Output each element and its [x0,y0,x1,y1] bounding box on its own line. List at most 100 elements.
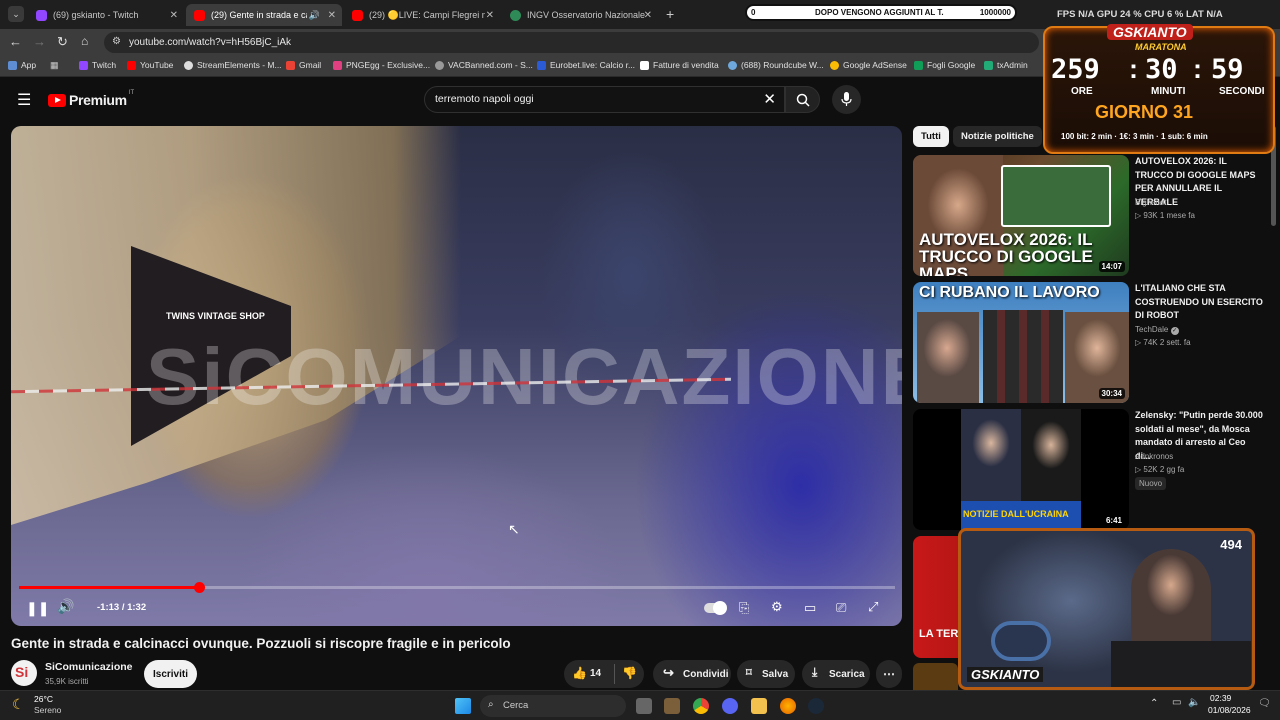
recommendation-thumbnail[interactable] [913,663,958,690]
cast-icon[interactable]: ⎚ [836,600,846,616]
fullscreen-icon[interactable]: ⤢ [868,599,878,615]
close-icon[interactable]: ✕ [170,10,178,21]
video-title: Gente in strada e calcinacci ovunque. Po… [11,636,511,651]
firefox-icon[interactable] [780,698,796,714]
dislike-button[interactable]: 👎 [622,666,637,680]
bookmark-vacbanned[interactable]: VACBanned.com - S... [435,60,533,70]
menu-icon[interactable]: ☰ [17,90,31,110]
store-icon[interactable] [664,698,680,714]
task-view-icon[interactable] [636,698,652,714]
channel-avatar[interactable]: Si [11,660,37,686]
discord-icon[interactable] [722,698,738,714]
more-dots-icon: ⋯ [883,667,895,681]
thumbnail-face [1021,409,1081,501]
save-button[interactable]: ⌑ Salva [737,660,795,688]
file-explorer-icon[interactable] [751,698,767,714]
bookmark-fogli[interactable]: Fogli Google [914,60,975,70]
channel-name[interactable]: SiComunicazione [45,661,133,673]
home-icon[interactable]: ⌂ [81,34,88,48]
recommendation-title[interactable]: L'ITALIANO CHE STA COSTRUENDO UN ESERCIT… [1135,282,1263,323]
download-button[interactable]: ⤓ Scarica [802,660,870,688]
progress-scrubber[interactable] [194,582,206,593]
video-player[interactable]: TWINS VINTAGE SHOP SiCOMUNICAZIONE ↖ ❚❚ … [11,126,902,626]
bookmark-roundcube[interactable]: (688) Roundcube W... [728,60,824,70]
tab-youtube-active[interactable]: (29) Gente in strada e calcin 🔊 ✕ [186,4,342,26]
voice-search-button[interactable] [832,85,861,114]
steering-wheel-icon [991,621,1051,661]
recommendation-thumbnail[interactable]: NOTIZIE DALL'UCRAINA 6:41 [913,409,1129,530]
reload-icon[interactable]: ↻ [57,34,68,50]
bookmark-label: Google AdSense [843,60,907,70]
thumbnail-banner: NOTIZIE DALL'UCRAINA [961,501,1081,530]
like-button[interactable]: 👍 [572,666,587,680]
back-arrow-icon[interactable]: ← [9,34,22,49]
bookmark-youtube[interactable]: YouTube [127,60,173,70]
goal-right-value: 1000000 [979,8,1011,17]
autoplay-toggle[interactable] [704,601,727,616]
more-actions-button[interactable]: ⋯ [876,660,902,688]
tab-groups-icon[interactable]: ▦ [50,60,59,71]
youtube-logo[interactable]: Premium IT [48,90,134,108]
chip-all[interactable]: Tutti [913,126,949,147]
bookmark-label: App [21,60,37,70]
close-icon[interactable]: ✕ [644,10,652,21]
logo-text: Premium [69,92,127,108]
close-icon[interactable]: ✕ [328,10,336,21]
like-dislike-group: 👍 14 👎 [564,660,644,688]
tab-ingv[interactable]: INGV Osservatorio Nazionale Te ✕ [502,4,658,26]
bookmark-apps[interactable]: App [8,60,36,70]
recommendation-channel[interactable]: TechDale ✓ [1135,325,1179,335]
bookmark-txadmin[interactable]: txAdmin [984,60,1028,70]
site-info-icon[interactable]: ⚙ [112,36,121,47]
recommendation-thumbnail[interactable]: CI RUBANO IL LAVORO 30:34 [913,282,1129,403]
weather-temp: 26°C [34,694,53,704]
forward-arrow-icon[interactable]: → [33,34,46,49]
pause-icon[interactable]: ❚❚ [26,600,49,617]
recommendation-thumbnail[interactable]: AUTOVELOX 2026: IL TRUCCO DI GOOGLE MAPS… [913,155,1129,276]
search-button[interactable] [785,86,820,113]
bookmark-pngegg[interactable]: PNGEgg - Exclusive... [333,60,430,70]
bookmark-streamelements[interactable]: StreamElements - M... [184,60,282,70]
progress-fill [19,586,200,589]
tab-twitch[interactable]: (69) gskianto - Twitch ✕ [28,4,184,26]
bookmark-eurobet[interactable]: Eurobet.live: Calcio r... [537,60,635,70]
miniplayer-icon[interactable]: ▭ [804,600,816,616]
tab-search-button[interactable]: ⌄ [8,6,24,22]
volume-icon[interactable]: 🔊 [57,598,74,615]
like-count: 14 [590,668,602,679]
new-tab-button[interactable]: + [666,6,674,22]
close-icon[interactable]: ✕ [486,10,494,21]
marathon-label: MARATONA [1135,42,1187,52]
mouse-cursor-icon: ↖ [508,521,520,537]
windows-start-icon[interactable] [455,698,471,714]
bookmark-gmail[interactable]: Gmail [286,60,321,70]
volume-icon[interactable]: 🔈 [1188,697,1200,708]
recommendation-meta: ▷ 52K 2 gg fa [1135,465,1185,474]
subtitles-icon[interactable]: ⎘ [739,600,749,616]
clear-search-icon[interactable]: ✕ [763,90,776,108]
chip-political-news[interactable]: Notizie politiche [953,126,1042,147]
subscribe-button[interactable]: Iscriviti [144,660,197,688]
bookmark-fatture[interactable]: Fatture di vendita [640,60,719,70]
address-bar[interactable]: ⚙ youtube.com/watch?v=hH56BjC_iAk [104,32,1039,53]
bookmark-twitch[interactable]: Twitch [79,60,116,70]
pngegg-icon [333,60,342,70]
taskbar-search-box[interactable]: ⌕ Cerca [480,695,626,717]
tab-label: (69) gskianto - Twitch [53,10,139,20]
network-icon[interactable]: ▭ [1172,697,1181,708]
tab-youtube-live[interactable]: (29) 🟡LIVE: Campi Flegrei mo ✕ [344,4,500,26]
share-button[interactable]: ↪ Condividi [653,660,731,688]
settings-gear-icon[interactable]: ⚙ [771,599,783,615]
chevron-up-icon[interactable]: ⌃ [1150,698,1158,709]
bookmark-adsense[interactable]: Google AdSense [830,60,907,70]
search-input[interactable]: terremoto napoli oggi ✕ [424,86,785,113]
subscriber-count: 35,9K iscritti [45,677,89,686]
recommendation-channel[interactable]: Bighenet [1135,198,1167,207]
steam-icon[interactable] [808,698,824,714]
chrome-icon[interactable] [693,698,709,714]
progress-bar[interactable] [19,582,895,593]
recommendation-channel[interactable]: Adnkronos [1135,452,1173,461]
notifications-icon[interactable]: 🗨 [1258,698,1271,709]
weather-moon-icon[interactable]: ☾ [12,696,25,713]
speaker-icon[interactable]: 🔊 [309,10,320,21]
